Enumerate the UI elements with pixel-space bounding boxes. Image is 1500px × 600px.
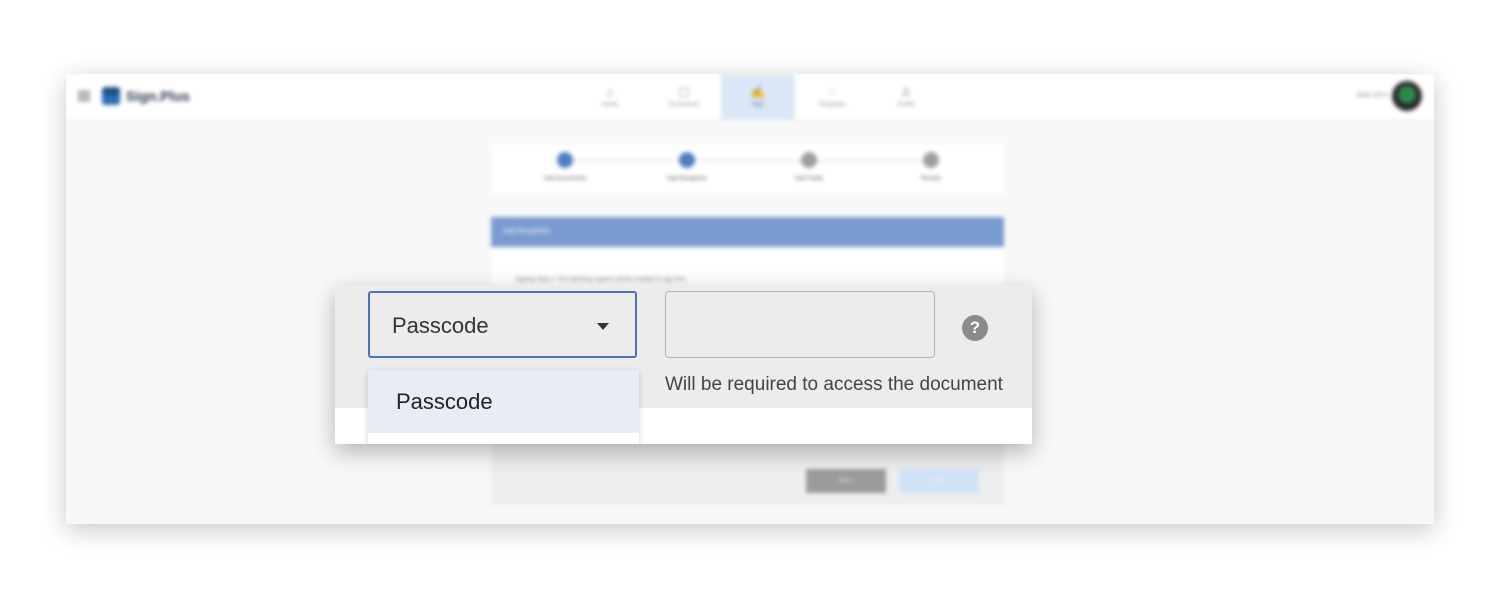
check-icon bbox=[557, 152, 573, 168]
nav-profile[interactable]: ♙ Profile bbox=[869, 74, 943, 120]
current-step-icon bbox=[679, 152, 695, 168]
step-add-fields: Add Fields bbox=[749, 152, 869, 182]
pending-step-icon bbox=[801, 152, 817, 168]
auth-method-value: Passcode bbox=[392, 313, 489, 338]
help-icon[interactable]: ? bbox=[962, 315, 988, 341]
nav-documents[interactable]: ▢ Documents bbox=[647, 74, 721, 120]
nav-label: Profile bbox=[897, 102, 915, 108]
user-menu[interactable]: Alois SA ▾ bbox=[1356, 91, 1388, 99]
menu-icon[interactable] bbox=[78, 91, 90, 101]
step-label: Add Recipients bbox=[666, 176, 708, 182]
next-button[interactable]: Next bbox=[899, 469, 979, 493]
avatar[interactable] bbox=[1392, 81, 1422, 111]
signing-step-text: Signing Step 1: The following signers wi… bbox=[515, 277, 686, 283]
auth-zoom-panel: Passcode Passcode ? Will be required to … bbox=[335, 285, 1032, 444]
passcode-help-text: Will be required to access the document bbox=[665, 374, 1003, 395]
dropdown-option-passcode[interactable]: Passcode bbox=[368, 370, 639, 433]
progress-stepper: Add Documents Add Recipients Add Fields … bbox=[491, 144, 1004, 194]
nav-label: Documents bbox=[668, 102, 700, 108]
nav-sign[interactable]: ✍ Sign bbox=[721, 74, 795, 120]
sign-icon: ✍ bbox=[750, 85, 766, 99]
step-label: Add Documents bbox=[543, 176, 587, 182]
home-icon: ⌂ bbox=[606, 85, 614, 99]
nav-label: Sign bbox=[751, 102, 764, 108]
recipients-header: Add Recipients bbox=[491, 217, 1004, 247]
passcode-input[interactable] bbox=[665, 291, 935, 358]
documents-icon: ▢ bbox=[678, 85, 690, 99]
logo-text: Sign.Plus bbox=[126, 88, 190, 104]
auth-method-select[interactable]: Passcode bbox=[368, 291, 637, 358]
nav-label: Templates bbox=[818, 102, 846, 108]
caret-down-icon bbox=[597, 323, 609, 330]
nav-home[interactable]: ⌂ Home bbox=[573, 74, 647, 120]
main-nav: ⌂ Home ▢ Documents ✍ Sign ◌ Templates ♙ bbox=[573, 74, 943, 120]
pending-step-icon bbox=[923, 152, 939, 168]
step-review: Review bbox=[871, 152, 991, 182]
back-button[interactable]: Back bbox=[806, 469, 886, 493]
step-add-documents: Add Documents bbox=[505, 152, 625, 182]
logo-icon bbox=[102, 87, 120, 105]
nav-label: Home bbox=[601, 102, 618, 108]
step-label: Review bbox=[921, 176, 941, 182]
step-add-recipients: Add Recipients bbox=[627, 152, 747, 182]
profile-icon: ♙ bbox=[900, 85, 912, 99]
nav-templates[interactable]: ◌ Templates bbox=[795, 74, 869, 120]
step-label: Add Fields bbox=[794, 176, 824, 182]
templates-icon: ◌ bbox=[828, 85, 836, 99]
auth-method-dropdown: Passcode bbox=[368, 370, 639, 444]
top-bar: Sign.Plus ⌂ Home ▢ Documents ✍ Sign ◌ Te… bbox=[66, 74, 1434, 120]
